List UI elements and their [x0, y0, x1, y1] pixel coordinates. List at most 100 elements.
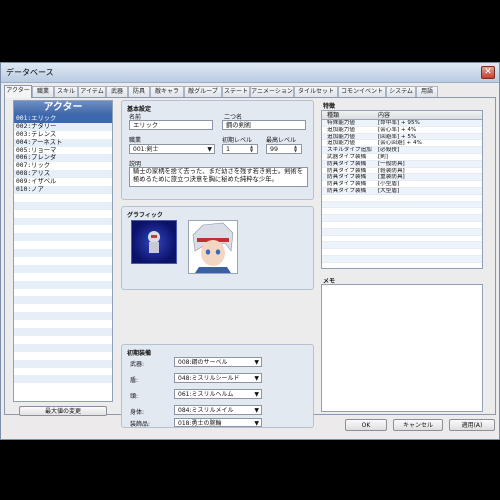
- list-item[interactable]: [14, 264, 112, 273]
- list-item[interactable]: [14, 201, 112, 210]
- table-row[interactable]: 特殊能力値 [命中率] + 95%: [322, 120, 482, 127]
- list-item[interactable]: 001:エリック: [14, 115, 112, 123]
- spinner-arrows-icon[interactable]: ▲ ▼: [250, 145, 256, 153]
- equip-weapon-select[interactable]: 008:鋼のサーベル ▼: [174, 357, 262, 367]
- spinner-arrows-icon[interactable]: ▲ ▼: [294, 145, 300, 153]
- equip-head-select[interactable]: 061:ミスリルヘルム ▼: [174, 389, 262, 399]
- name-field[interactable]: エリック: [129, 120, 213, 130]
- face-graphic[interactable]: [188, 220, 238, 274]
- tab-actor[interactable]: アクター: [4, 85, 32, 98]
- table-row[interactable]: 防具タイプ装備 [重装防具]: [322, 174, 482, 182]
- cancel-button[interactable]: キャンセル: [393, 419, 443, 431]
- list-item[interactable]: 006:ブレンダ: [14, 154, 112, 163]
- database-window: データベース ✕ アクター 職業 スキル アイテム 武器 防具 敵キャラ 敵グル…: [0, 62, 500, 440]
- list-item[interactable]: [14, 257, 112, 265]
- list-item[interactable]: [14, 304, 112, 312]
- list-item[interactable]: 002:ナタリー: [14, 122, 112, 131]
- table-row[interactable]: 追加能力値 [回避率] + 5%: [322, 133, 482, 141]
- list-item[interactable]: [14, 359, 112, 368]
- table-row[interactable]: 防具タイプ装備 [大型盾]: [322, 187, 482, 195]
- close-icon[interactable]: ✕: [481, 66, 495, 79]
- trait-type: 特殊能力値: [327, 120, 355, 126]
- list-item[interactable]: [14, 289, 112, 297]
- ok-button[interactable]: OK: [345, 419, 387, 431]
- table-row[interactable]: [322, 228, 482, 236]
- table-row[interactable]: 防具タイプ装備 [小型盾]: [322, 181, 482, 188]
- equip-body-select[interactable]: 084:ミスリルメイル ▼: [174, 405, 262, 415]
- table-row[interactable]: [322, 195, 482, 202]
- max-level-stepper[interactable]: 99 ▲ ▼: [266, 144, 302, 154]
- list-item[interactable]: 003:テレンス: [14, 131, 112, 139]
- memo-field[interactable]: [321, 284, 483, 412]
- list-item[interactable]: 005:リョーマ: [14, 147, 112, 155]
- list-item[interactable]: [14, 328, 112, 336]
- tab-state[interactable]: ステート: [222, 86, 250, 97]
- list-item[interactable]: [14, 343, 112, 352]
- class-select[interactable]: 001:剣士 ▼: [129, 144, 215, 154]
- list-item[interactable]: [14, 249, 112, 258]
- table-row[interactable]: [322, 222, 482, 229]
- table-row[interactable]: [322, 208, 482, 216]
- tab-enemy[interactable]: 敵キャラ: [150, 86, 184, 97]
- tab-content: アクター 001:エリック 002:ナタリー 003:テレンス 004:アーネス…: [4, 97, 496, 428]
- table-row[interactable]: [322, 201, 482, 209]
- list-item[interactable]: [14, 273, 112, 281]
- list-item[interactable]: [14, 194, 112, 202]
- table-row[interactable]: [322, 236, 482, 243]
- nickname-field[interactable]: 鋼の剣術: [222, 120, 306, 130]
- table-row[interactable]: [322, 249, 482, 256]
- tab-item[interactable]: アイテム: [78, 86, 106, 97]
- tab-weapon[interactable]: 武器: [106, 86, 128, 97]
- apply-button[interactable]: 適用(A): [449, 419, 495, 431]
- tab-common-event[interactable]: コモンイベント: [338, 86, 386, 97]
- list-item[interactable]: [14, 233, 112, 242]
- equip-accessory-select[interactable]: 018:勇士の腕輪 ▼: [174, 418, 262, 427]
- list-item[interactable]: [14, 320, 112, 328]
- table-row[interactable]: スキルタイプ追加 [必殺技]: [322, 147, 482, 154]
- tab-animation[interactable]: アニメーション: [250, 86, 294, 97]
- table-row[interactable]: 追加能力値 [会心回避] + 4%: [322, 140, 482, 148]
- tab-tileset[interactable]: タイルセット: [294, 86, 338, 97]
- traits-table[interactable]: 種類 内容 特殊能力値 [命中率] + 95% 追加能力値 [会心率] + 4% 追加能力…: [321, 110, 483, 269]
- list-item[interactable]: 007:リック: [14, 162, 112, 170]
- table-row[interactable]: [322, 242, 482, 250]
- list-item[interactable]: [14, 241, 112, 249]
- equip-shield-label: 盾:: [130, 377, 139, 384]
- trait-content: [一般防具]: [378, 160, 405, 167]
- initial-equipment-panel: 初期装備 武器: 008:鋼のサーベル ▼ 盾: 048:ミスリルシールド ▼ 頭:…: [121, 344, 314, 428]
- list-item[interactable]: [14, 280, 112, 289]
- character-sprite[interactable]: [131, 220, 177, 264]
- table-row[interactable]: 武器タイプ装備 [剣]: [322, 154, 482, 161]
- trait-type: 防具タイプ装備: [327, 160, 367, 167]
- table-row[interactable]: [322, 255, 482, 263]
- list-item[interactable]: 008:アリス: [14, 170, 112, 179]
- list-item[interactable]: 004:アーネスト: [14, 138, 112, 147]
- table-row[interactable]: 追加能力値 [会心率] + 4%: [322, 127, 482, 134]
- tab-armor[interactable]: 防具: [128, 86, 150, 97]
- list-item[interactable]: [14, 296, 112, 305]
- table-row[interactable]: [322, 215, 482, 222]
- list-item[interactable]: [14, 210, 112, 218]
- max-value-button[interactable]: 最大値の変更: [19, 406, 107, 416]
- tab-troop[interactable]: 敵グループ: [184, 86, 222, 97]
- list-item[interactable]: 010:ノア: [14, 186, 112, 194]
- list-item[interactable]: [14, 217, 112, 226]
- description-field[interactable]: 騎士の家柄を捨て去った、まだ幼さを残す若き剣士。剣術を極めるために旅立つ決意を胸…: [129, 167, 308, 187]
- equip-shield-select[interactable]: 048:ミスリルシールド ▼: [174, 373, 262, 383]
- tab-terms[interactable]: 用語: [416, 86, 438, 97]
- list-item[interactable]: [14, 312, 112, 321]
- actor-list[interactable]: アクター 001:エリック 002:ナタリー 003:テレンス 004:アーネス…: [13, 100, 113, 402]
- list-item[interactable]: 009:イザベル: [14, 178, 112, 186]
- tab-system[interactable]: システム: [386, 86, 416, 97]
- tab-class[interactable]: 職業: [32, 86, 54, 97]
- initial-level-stepper[interactable]: 1 ▲ ▼: [222, 144, 258, 154]
- table-row[interactable]: 防具タイプ装備 [軽装防具]: [322, 168, 482, 175]
- list-item[interactable]: [14, 368, 112, 376]
- table-row[interactable]: 防具タイプ装備 [一般防具]: [322, 160, 482, 168]
- list-item[interactable]: [14, 225, 112, 233]
- list-item[interactable]: [14, 383, 112, 391]
- list-item[interactable]: [14, 336, 112, 344]
- list-item[interactable]: [14, 375, 112, 384]
- tab-skill[interactable]: スキル: [54, 86, 78, 97]
- list-item[interactable]: [14, 352, 112, 360]
